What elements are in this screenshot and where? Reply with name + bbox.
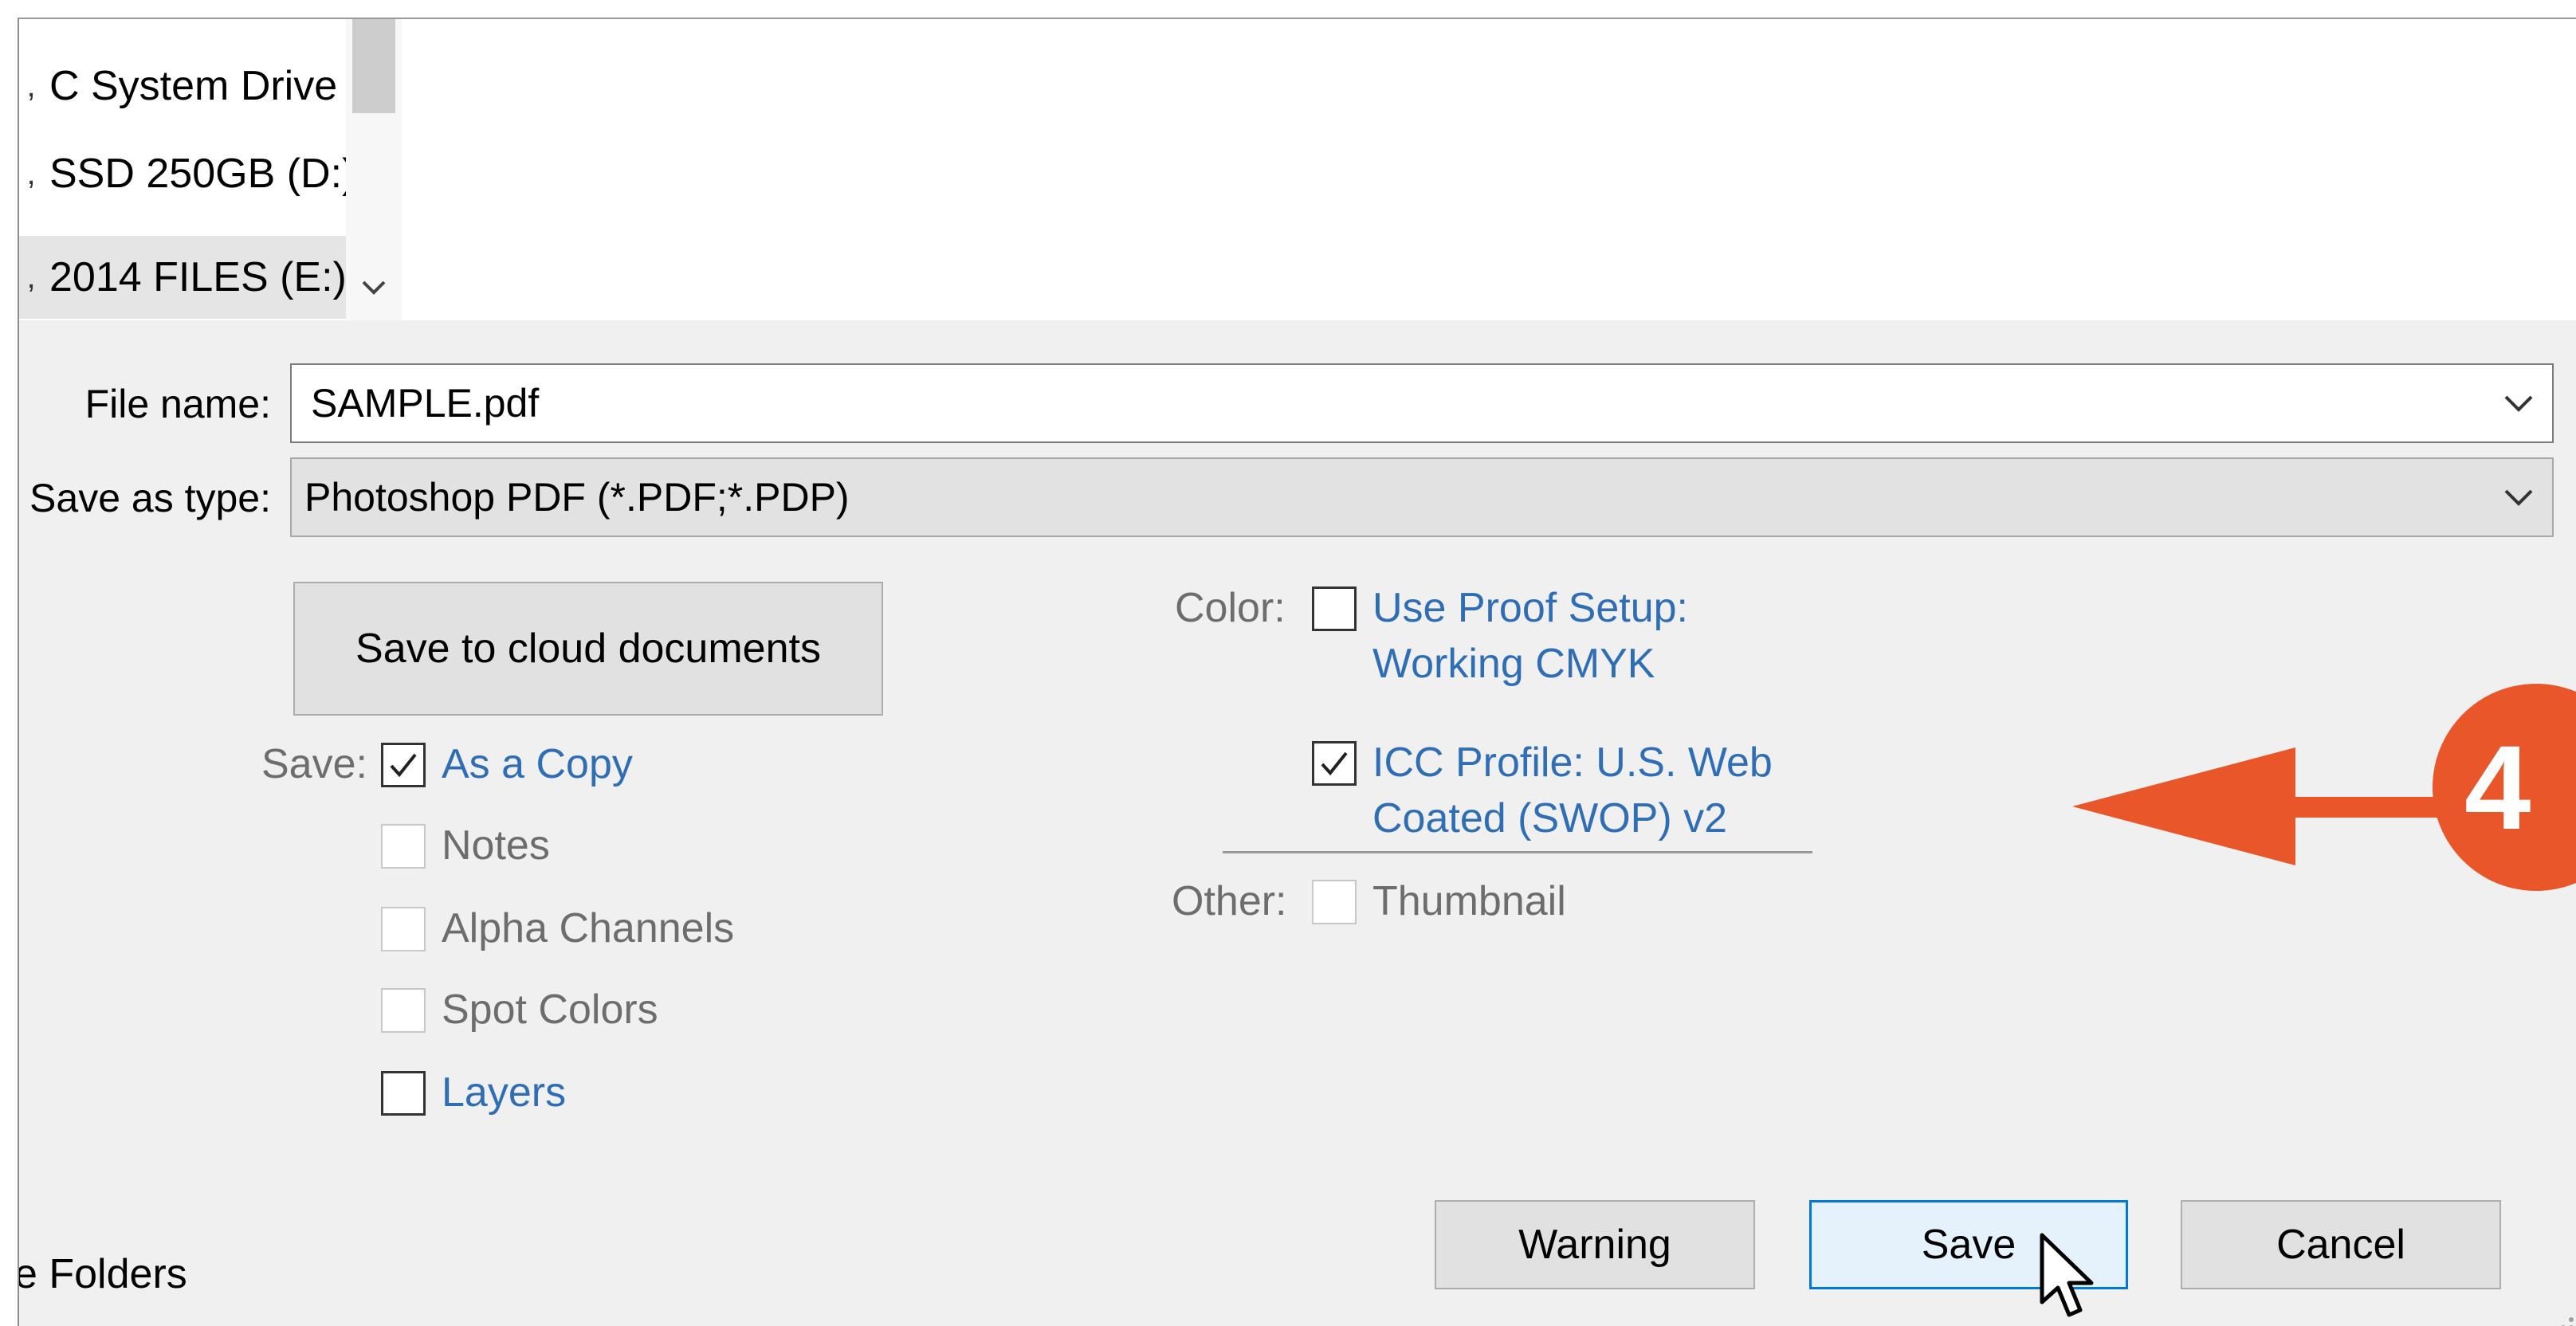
save-options-label: Save: bbox=[261, 741, 367, 787]
folder-icon: ▪ bbox=[19, 19, 43, 41]
warning-button[interactable]: Warning bbox=[1435, 1200, 1755, 1289]
save-as-type-select[interactable]: Photoshop PDF (*.PDF;*.PDP) bbox=[290, 457, 2554, 537]
save-as-dialog: ▪ Videos , C System Drive , SSD 250GB (D… bbox=[18, 18, 2576, 1326]
file-name-value: SAMPLE.pdf bbox=[311, 381, 540, 426]
chevron-down-icon[interactable] bbox=[2496, 381, 2541, 426]
checkmark-icon bbox=[390, 753, 417, 778]
resize-grip-icon[interactable] bbox=[2554, 1302, 2576, 1326]
save-as-type-value: Photoshop PDF (*.PDF;*.PDP) bbox=[304, 475, 850, 520]
scroll-down-icon[interactable] bbox=[352, 266, 395, 309]
chevron-down-icon[interactable] bbox=[2496, 475, 2541, 520]
file-list-pane[interactable] bbox=[402, 19, 2576, 320]
spot-colors-checkbox bbox=[381, 988, 426, 1033]
scroll-thumb[interactable] bbox=[352, 19, 395, 113]
color-options-label: Color: bbox=[1175, 585, 1286, 631]
hide-folders-toggle[interactable]: e Folders bbox=[19, 1246, 187, 1302]
thumbnail-checkbox bbox=[1312, 880, 1357, 924]
notes-checkbox bbox=[381, 824, 426, 869]
cancel-button[interactable]: Cancel bbox=[2181, 1200, 2501, 1289]
nav-item-e-drive[interactable]: , 2014 FILES (E:) bbox=[19, 236, 346, 319]
layers-checkbox[interactable] bbox=[381, 1071, 426, 1116]
callout-number: 4 bbox=[2464, 720, 2531, 854]
file-name-input[interactable]: SAMPLE.pdf bbox=[290, 363, 2554, 443]
use-proof-setup-checkbox[interactable] bbox=[1312, 586, 1357, 631]
as-a-copy-checkbox[interactable] bbox=[381, 743, 426, 787]
drive-icon: , bbox=[26, 156, 36, 191]
drive-icon: , bbox=[26, 69, 36, 104]
navigation-pane: ▪ Videos , C System Drive , SSD 250GB (D… bbox=[19, 19, 402, 320]
save-to-cloud-button[interactable]: Save to cloud documents bbox=[293, 582, 883, 716]
options-separator bbox=[1223, 851, 1812, 853]
drive-icon: , bbox=[26, 260, 36, 295]
icc-profile-checkbox[interactable] bbox=[1312, 741, 1357, 786]
nav-item-videos[interactable]: ▪ Videos bbox=[19, 19, 346, 41]
nav-item-c-drive[interactable]: , C System Drive bbox=[19, 45, 346, 128]
nav-item-d-drive[interactable]: , SSD 250GB (D:) bbox=[19, 132, 346, 215]
mouse-cursor-icon bbox=[2040, 1233, 2094, 1317]
alpha-channels-checkbox bbox=[381, 907, 426, 951]
other-options-label: Other: bbox=[1172, 878, 1287, 924]
checkmark-icon bbox=[1321, 751, 1348, 776]
callout-arrow-icon bbox=[2072, 747, 2487, 865]
file-name-label: File name: bbox=[84, 382, 271, 426]
nav-scrollbar[interactable] bbox=[346, 19, 402, 320]
save-as-type-label: Save as type: bbox=[29, 476, 271, 520]
